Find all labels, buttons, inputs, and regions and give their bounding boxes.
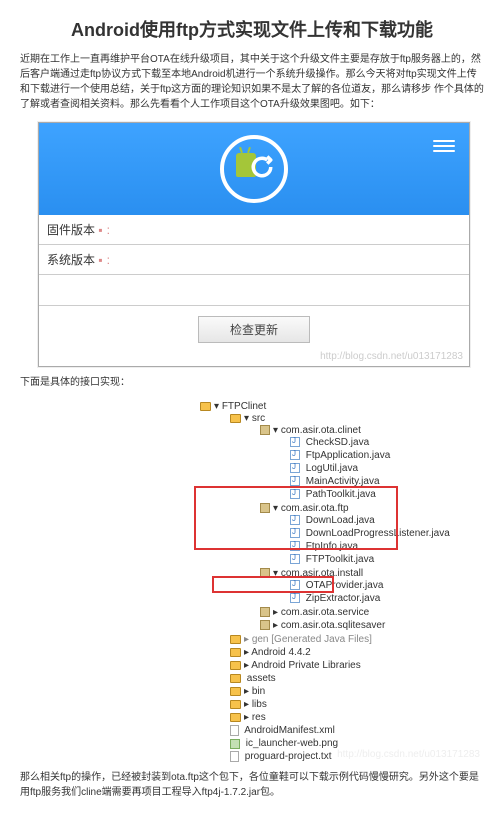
tree-root[interactable]: ▾ FTPClinet ▾ src ▾ com.asir.ota.clinet … [184,400,484,764]
tree-pkg-sqlite[interactable]: ▸ com.asir.ota.sqlitesaver [244,619,484,632]
tree-bin[interactable]: ▸ bin [214,685,484,698]
section2-label: 下面是具体的接口实现： [20,375,484,390]
project-tree: ▾ FTPClinet ▾ src ▾ com.asir.ota.clinet … [170,400,484,764]
update-circle-icon [220,135,288,203]
outro-paragraph: 那么相关ftp的操作，已经被封装到ota.ftp这个包下，各位童鞋可以下载示例代… [20,770,484,800]
tree-priv[interactable]: ▸ Android Private Libraries [214,659,484,672]
ota-header [39,123,469,215]
tree-src[interactable]: ▾ src ▾ com.asir.ota.clinet CheckSD.java… [214,412,484,633]
check-update-button[interactable]: 检查更新 [198,316,310,343]
tree-file[interactable]: MainActivity.java [274,475,484,488]
tree-file[interactable]: OTAProvider.java [274,579,484,592]
intro-paragraph: 近期在工作上一直再维护平台OTA在线升级项目，其中关于这个升级文件主要是存放于f… [20,52,484,112]
tree-pkg-service[interactable]: ▸ com.asir.ota.service [244,606,484,619]
tree-file[interactable]: FTPToolkit.java [274,553,484,566]
hamburger-icon[interactable] [433,137,455,155]
system-label: 系统版本 [47,253,98,267]
screenshot-watermark: http://blog.csdn.net/u013171283 [39,351,469,366]
tree-file[interactable]: LogUtil.java [274,462,484,475]
tree-file[interactable]: DownLoad.java [274,514,484,527]
tree-android[interactable]: ▸ Android 4.4.2 [214,646,484,659]
ota-screenshot: 固件版本 ▪ 系统版本 ▪ 检查更新 http://blog.csdn.net/… [38,122,470,367]
blank-area [39,275,469,306]
tree-file[interactable]: CheckSD.java [274,436,484,449]
tree-launcher[interactable]: ic_launcher-web.png [214,737,484,750]
tree-file[interactable]: DownLoadProgressListener.java [274,527,484,540]
tree-assets[interactable]: assets [214,672,484,685]
firmware-label: 固件版本 [47,223,98,237]
tree-file[interactable]: FtpInfo.java [274,540,484,553]
tree-file[interactable]: ZipExtractor.java [274,592,484,605]
tree-gen[interactable]: ▸ gen [Generated Java Files] [214,633,484,646]
system-row: 系统版本 ▪ [39,245,469,275]
tree-pkg-ftp[interactable]: ▾ com.asir.ota.ftp DownLoad.java DownLoa… [244,502,484,567]
firmware-row: 固件版本 ▪ [39,215,469,245]
refresh-arrow-icon [248,153,276,181]
tree-pkg-clinet[interactable]: ▾ com.asir.ota.clinet CheckSD.java FtpAp… [244,424,484,502]
tree-file[interactable]: PathToolkit.java [274,488,484,501]
page-title: Android使用ftp方式实现文件上传和下载功能 [20,16,484,42]
tree-watermark: http://blog.csdn.net/u013171283 [337,749,480,760]
tree-pkg-install[interactable]: ▾ com.asir.ota.install OTAProvider.java … [244,567,484,606]
tree-libs[interactable]: ▸ libs [214,698,484,711]
tree-file[interactable]: FtpApplication.java [274,449,484,462]
tree-manifest[interactable]: AndroidManifest.xml [214,724,484,737]
